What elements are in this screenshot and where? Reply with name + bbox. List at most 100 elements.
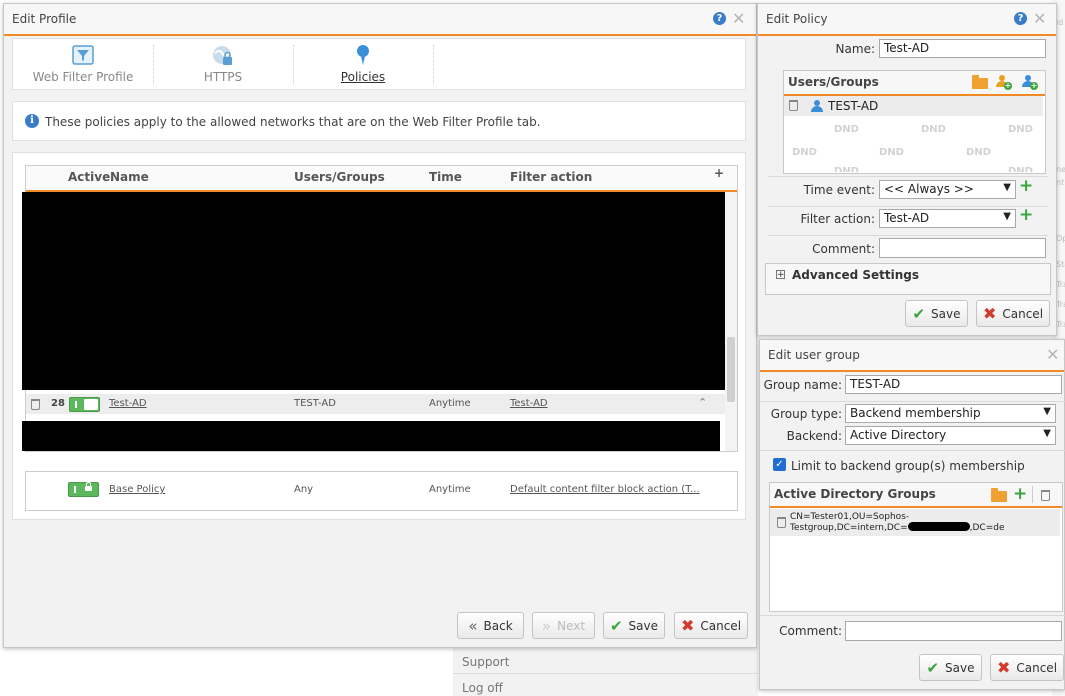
next-button[interactable]: » Next [532,612,595,639]
policy-time: Anytime [429,398,471,409]
save-label: Save [931,306,961,321]
dnd-watermark: DND [792,147,817,158]
menu-item-support[interactable]: Support [462,655,509,669]
base-policy-row[interactable]: Base Policy Any Anytime Default content … [26,480,737,500]
group-type-select[interactable]: Backend membership ▼ [845,404,1056,423]
trash-icon[interactable] [31,399,40,410]
cancel-button[interactable]: ✖ Cancel [674,612,748,639]
trash-all-icon[interactable] [1041,490,1050,501]
filter-action-label: Filter action: [800,212,875,226]
scrollbar-thumb[interactable] [727,337,735,402]
tab-https[interactable]: HTTPS [153,39,293,91]
base-policy-users: Any [294,484,314,495]
edit-user-group-dialog: Edit user group ✕ Group name: TEST-AD Gr… [759,339,1065,690]
add-policy-icon[interactable]: + [714,166,724,180]
column-header[interactable]: Name [110,170,149,184]
divider [760,615,1065,616]
divider [768,176,1048,177]
redacted-area [22,192,725,390]
policy-action[interactable]: Test-AD [510,398,548,409]
base-policy-name[interactable]: Base Policy [109,484,165,495]
column-header[interactable]: Filter action [510,170,592,184]
table-scrollbar[interactable] [725,192,737,451]
folder-icon[interactable] [991,488,1007,502]
dnd-watermark: DND [834,124,859,135]
table-row[interactable]: 28 Test-AD TEST-AD Anytime Test-AD ⌃ [26,394,725,414]
limit-membership-checkbox[interactable]: ✓ [773,458,786,471]
comment-input[interactable] [845,621,1062,641]
edit-profile-titlebar[interactable]: Edit Profile ? ✕ [4,4,756,36]
cancel-button[interactable]: ✖ Cancel [990,654,1064,681]
edit-user-group-titlebar[interactable]: Edit user group ✕ [760,340,1064,372]
bg-fragment: Tra [1056,320,1065,329]
policies-info-box: i These policies apply to the allowed ne… [12,101,746,141]
select-value: << Always >> [884,182,974,196]
help-icon[interactable]: ? [1014,12,1027,25]
chevron-up-icon[interactable]: ⌃ [698,396,707,409]
double-chevron-left-icon: « [468,616,478,635]
policy-name[interactable]: Test-AD [109,398,147,409]
menu-divider [453,673,758,674]
globe-lock-icon [213,46,232,65]
group-name-input[interactable]: TEST-AD [845,375,1062,394]
group-icon [811,100,825,112]
tab-label: Policies [340,70,386,84]
back-button[interactable]: « Back [457,612,524,639]
list-item[interactable]: TEST-AD [784,96,1043,116]
pin-icon [357,45,369,65]
x-icon: ✖ [996,658,1011,677]
save-label: Save [628,618,659,633]
active-toggle[interactable] [69,397,100,412]
checkmark-icon: ✔ [609,616,623,635]
trash-icon[interactable] [789,100,798,111]
comment-input[interactable] [879,238,1046,258]
list-item[interactable]: CN=Tester01,OU=Sophos- Testgroup,DC=inte… [770,509,1060,536]
dialog-title: Edit user group [768,348,860,362]
base-policy-time: Anytime [429,484,471,495]
menu-item-logoff[interactable]: Log off [462,681,503,695]
next-label: Next [557,618,586,633]
tab-web-filter-profile[interactable]: Web Filter Profile [13,39,153,91]
close-icon[interactable]: ✕ [1033,9,1046,28]
add-time-event-icon[interactable]: + [1019,176,1033,196]
column-header[interactable]: Time [429,170,462,184]
policies-table-header: Active Name Users/Groups Time Filter act… [26,166,737,192]
trash-icon[interactable] [777,517,786,528]
close-icon[interactable]: ✕ [732,9,745,28]
add-filter-action-icon[interactable]: + [1019,205,1033,225]
filter-action-select[interactable]: Test-AD ▼ [879,209,1016,228]
add-user-icon[interactable]: + [996,75,1012,90]
save-button[interactable]: ✔ Save [603,612,665,639]
backend-label: Backend: [786,429,842,443]
comment-label: Comment: [779,624,842,638]
column-header[interactable]: Active [68,170,110,184]
help-icon[interactable]: ? [713,12,726,25]
save-button[interactable]: ✔ Save [919,654,982,681]
base-policy-box: Base Policy Any Anytime Default content … [25,471,738,511]
add-ad-group-icon[interactable]: + [1013,484,1027,504]
base-policy-action[interactable]: Default content filter block action (T..… [510,484,700,495]
folder-icon[interactable] [972,75,988,89]
tab-policies[interactable]: Policies [293,39,433,91]
edit-policy-titlebar[interactable]: Edit Policy ? ✕ [758,4,1056,36]
close-icon[interactable]: ✕ [1046,345,1059,364]
cancel-button[interactable]: ✖ Cancel [976,300,1050,327]
x-icon: ✖ [680,616,695,635]
column-header[interactable]: Users/Groups [294,170,385,184]
redacted-area [22,421,720,451]
dn-part: ,DC=de [969,523,1005,533]
backend-select[interactable]: Active Directory ▼ [845,426,1056,445]
bg-fragment: Tra [1056,280,1065,289]
expand-icon[interactable]: + [776,270,785,280]
save-button[interactable]: ✔ Save [905,300,968,327]
advanced-settings-section[interactable]: + Advanced Settings [765,263,1051,295]
time-event-select[interactable]: << Always >> ▼ [879,180,1016,199]
users-groups-panel: Users/Groups + + TEST-AD DND DND DND DND… [783,70,1046,174]
divider [760,401,1065,402]
policy-name-input[interactable]: Test-AD [879,39,1046,58]
advanced-settings-label: Advanced Settings [792,268,920,282]
users-groups-header: Users/Groups + + [784,71,1045,96]
add-group-icon[interactable]: + [1022,75,1038,90]
chevron-down-icon: ▼ [1043,406,1051,417]
chevron-down-icon: ▼ [1003,182,1011,193]
